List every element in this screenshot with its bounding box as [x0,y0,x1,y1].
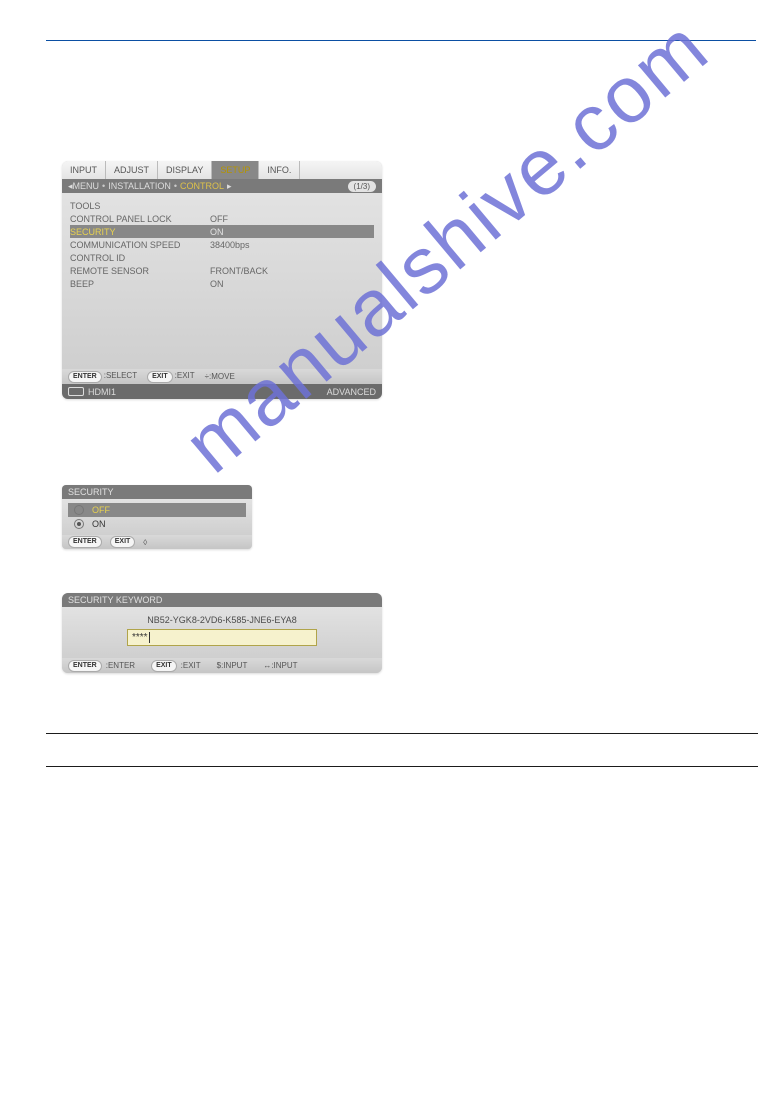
enter-hint: :SELECT [104,371,137,380]
row-label: COMMUNICATION SPEED [70,240,210,250]
radio-label: ON [92,519,106,529]
tab-adjust[interactable]: ADJUST [106,161,158,179]
row-label: REMOTE SENSOR [70,266,210,276]
row-control-id[interactable]: CONTROL ID [70,251,374,264]
breadcrumb-sep-icon: • [102,181,105,191]
crumb-installation: INSTALLATION [108,181,171,191]
status-bar: HDMI1 ADVANCED [62,384,382,399]
breadcrumb: ◂ MENU • INSTALLATION • CONTROL ▸ (1/3) [62,179,382,193]
row-beep[interactable]: BEEP ON [70,277,374,290]
menu-tabs: INPUT ADJUST DISPLAY SETUP INFO. [62,161,382,179]
radio-label: OFF [92,505,110,515]
security-panel-title: SECURITY [62,485,252,499]
exit-hint: :EXIT [175,371,195,380]
keyword-input-value: **** [132,632,148,643]
row-value: ON [210,227,374,237]
tab-input[interactable]: INPUT [62,161,106,179]
status-port: HDMI1 [88,387,116,397]
input-hint-2: ↔:INPUT [263,661,297,670]
enter-pill: ENTER [68,371,102,383]
exit-hint: :EXIT [181,661,201,670]
page-indicator: (1/3) [348,181,376,192]
rule-top [46,40,756,41]
row-security[interactable]: SECURITY ON [70,225,374,238]
crumb-menu: MENU [73,181,100,191]
crumb-control: CONTROL [180,181,224,191]
exit-pill: EXIT [147,371,173,383]
security-keyword-footer: ENTER :ENTER EXIT :EXIT $:INPUT ↔:INPUT [62,658,382,673]
tab-display[interactable]: DISPLAY [158,161,212,179]
radio-icon [74,519,84,529]
row-tools[interactable]: TOOLS [70,199,374,212]
enter-pill: ENTER [68,660,102,672]
exit-pill: EXIT [110,536,136,548]
menu-footer: ENTER:SELECT EXIT:EXIT ÷:MOVE [62,369,382,384]
row-communication-speed[interactable]: COMMUNICATION SPEED 38400bps [70,238,374,251]
row-value: FRONT/BACK [210,266,374,276]
setup-menu-osd: INPUT ADJUST DISPLAY SETUP INFO. ◂ MENU … [62,161,382,399]
security-keyword-panel: SECURITY KEYWORD NB52-YGK8-2VD6-K585-JNE… [62,593,382,673]
security-panel: SECURITY OFF ON ENTER EXIT ◊ [62,485,252,549]
security-keyword-body: NB52-YGK8-2VD6-K585-JNE6-EYA8 **** [62,607,382,658]
caret-icon [149,632,150,643]
chevron-right-icon: ▸ [227,181,232,192]
enter-pill: ENTER [68,536,102,548]
row-label: BEEP [70,279,210,289]
status-mode: ADVANCED [327,387,376,397]
row-label: SECURITY [70,227,210,237]
security-option-on[interactable]: ON [68,517,246,531]
tab-info[interactable]: INFO. [259,161,300,179]
radio-icon [74,505,84,515]
row-value: OFF [210,214,374,224]
security-panel-body: OFF ON [62,499,252,535]
rule-mid-2 [46,766,758,767]
move-hint: ÷:MOVE [205,372,235,381]
row-label: CONTROL PANEL LOCK [70,214,210,224]
breadcrumb-sep-icon: • [174,181,177,191]
row-value: 38400bps [210,240,374,250]
enter-hint: :ENTER [106,661,135,670]
rule-mid-1 [46,733,758,734]
menu-body: TOOLS CONTROL PANEL LOCK OFF SECURITY ON… [62,193,382,369]
updown-hint: ◊ [143,538,147,547]
row-control-panel-lock[interactable]: CONTROL PANEL LOCK OFF [70,212,374,225]
security-option-off[interactable]: OFF [68,503,246,517]
security-keyword-title: SECURITY KEYWORD [62,593,382,607]
row-value: ON [210,279,374,289]
row-remote-sensor[interactable]: REMOTE SENSOR FRONT/BACK [70,264,374,277]
keyword-input[interactable]: **** [127,629,317,646]
tab-setup[interactable]: SETUP [212,161,259,179]
row-label: TOOLS [70,201,210,211]
exit-pill: EXIT [151,660,177,672]
keycode-text: NB52-YGK8-2VD6-K585-JNE6-EYA8 [72,615,372,625]
security-panel-footer: ENTER EXIT ◊ [62,535,252,549]
row-label: CONTROL ID [70,253,210,263]
hdmi-icon [68,387,84,396]
input-hint-1: $:INPUT [217,661,248,670]
